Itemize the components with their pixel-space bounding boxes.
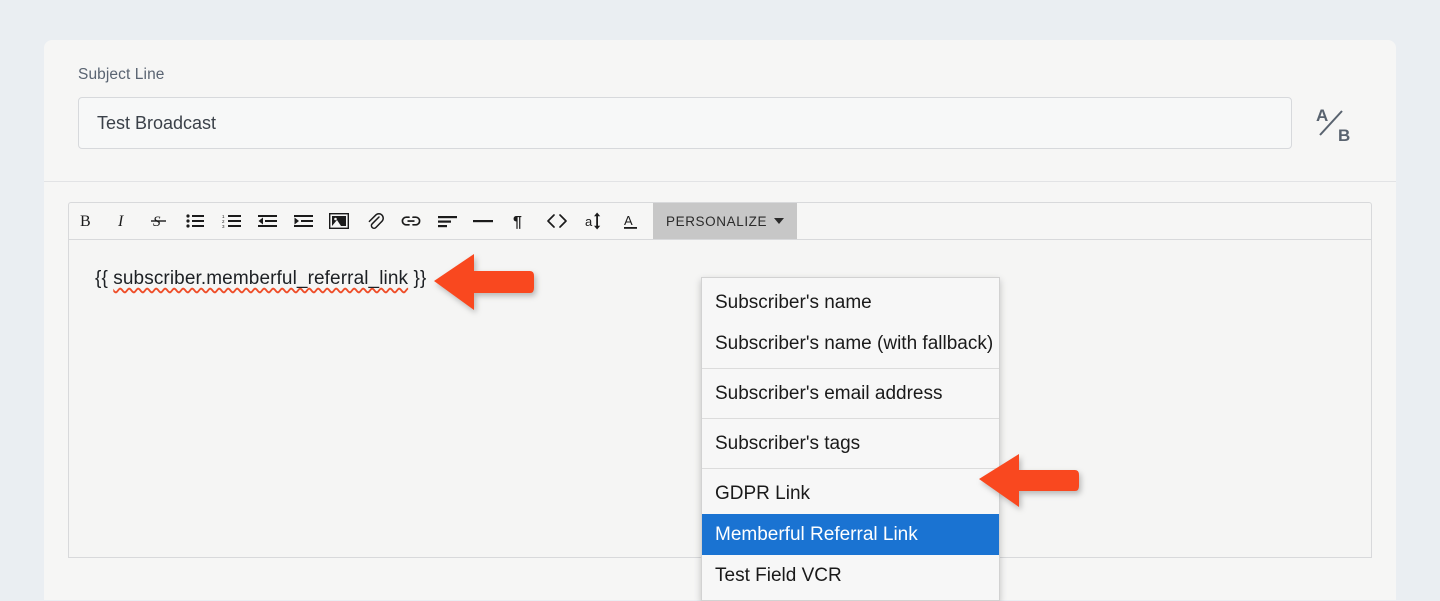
menu-group: GDPR Link Memberful Referral Link Test F…	[702, 468, 999, 600]
italic-icon[interactable]: I	[105, 203, 141, 239]
horizontal-rule-icon[interactable]	[465, 203, 501, 239]
paperclip-icon[interactable]	[357, 203, 393, 239]
personalize-label: PERSONALIZE	[666, 213, 768, 229]
image-icon[interactable]	[321, 203, 357, 239]
subject-line-input[interactable]	[78, 97, 1292, 149]
bold-icon[interactable]: B	[69, 203, 105, 239]
menu-item-subscribers-tags[interactable]: Subscriber's tags	[702, 423, 999, 464]
token-suffix: }}	[408, 268, 427, 289]
menu-item-test-field-vcr[interactable]: Test Field VCR	[702, 555, 999, 596]
arrow-pointing-at-editor-token	[430, 252, 534, 314]
menu-group: Subscriber's tags	[702, 418, 999, 468]
menu-item-memberful-referral-link[interactable]: Memberful Referral Link	[702, 514, 999, 555]
ab-test-b-label: B	[1338, 126, 1350, 145]
align-icon[interactable]	[429, 203, 465, 239]
svg-text:A: A	[624, 213, 633, 228]
chevron-down-icon	[774, 218, 785, 224]
svg-text:a: a	[585, 214, 593, 229]
outdent-icon[interactable]	[249, 203, 285, 239]
menu-group: Subscriber's email address	[702, 368, 999, 418]
svg-text:3: 3	[222, 224, 225, 228]
menu-item-subscribers-name[interactable]: Subscriber's name	[702, 282, 999, 323]
svg-text:S: S	[153, 214, 161, 230]
numbered-list-icon[interactable]: 1 2 3	[213, 203, 249, 239]
ab-test-a-label: A	[1316, 106, 1328, 125]
link-icon[interactable]	[393, 203, 429, 239]
editor-content-text: {{ subscriber.memberful_referral_link }}	[95, 268, 426, 290]
personalize-dropdown-button[interactable]: PERSONALIZE	[653, 203, 798, 239]
menu-item-subscribers-name-with-fallback[interactable]: Subscriber's name (with fallback)	[702, 323, 999, 364]
font-size-icon[interactable]: a	[577, 203, 613, 239]
subject-line-row: A B	[78, 97, 1362, 149]
subject-line-label: Subject Line	[78, 66, 165, 83]
menu-item-gdpr-link[interactable]: GDPR Link	[702, 473, 999, 514]
menu-group: Subscriber's name Subscriber's name (wit…	[702, 278, 999, 368]
subject-line-section: Subject Line A B	[44, 40, 1396, 182]
personalize-menu[interactable]: Subscriber's name Subscriber's name (wit…	[701, 277, 1000, 601]
text-color-icon[interactable]: A	[613, 203, 649, 239]
arrow-pointing-at-selected-menu-item	[975, 452, 1079, 510]
broadcast-composer-card: Subject Line A B B I S	[44, 40, 1396, 601]
token-prefix: {{	[95, 268, 114, 289]
svg-text:¶: ¶	[513, 214, 522, 230]
strikethrough-icon[interactable]: S	[141, 203, 177, 239]
ab-split-test-button[interactable]: A B	[1304, 97, 1362, 149]
code-icon[interactable]	[537, 203, 577, 239]
indent-icon[interactable]	[285, 203, 321, 239]
editor-toolbar: B I S 1 2 3 ¶ a A PERSONALIZE	[68, 202, 1372, 240]
merge-tag-token: subscriber.memberful_referral_link	[113, 268, 409, 289]
menu-item-subscribers-email-address[interactable]: Subscriber's email address	[702, 373, 999, 414]
svg-text:B: B	[80, 213, 91, 230]
pilcrow-icon[interactable]: ¶	[501, 203, 537, 239]
svg-text:I: I	[117, 213, 124, 230]
bullet-list-icon[interactable]	[177, 203, 213, 239]
